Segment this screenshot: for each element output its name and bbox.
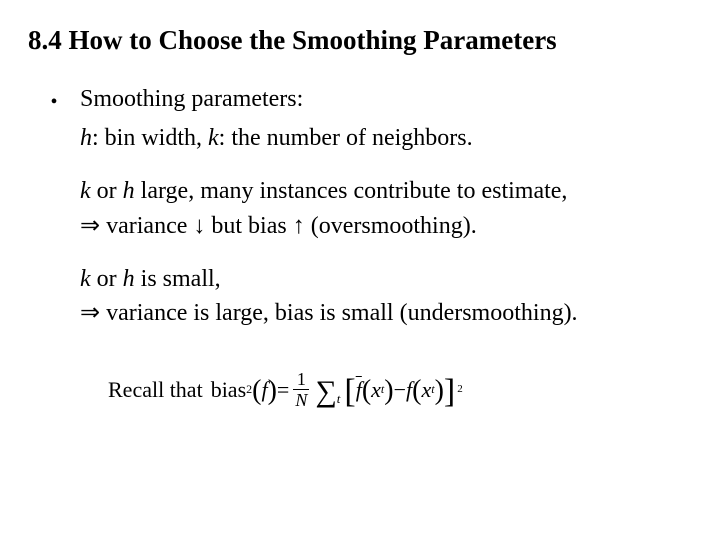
open-paren-3: ( — [412, 371, 421, 412]
bullet-marker: • — [28, 82, 80, 119]
open-paren-2: ( — [362, 371, 371, 412]
or-2: or — [91, 266, 123, 292]
bullet-item: • Smoothing parameters: — [28, 82, 692, 119]
var-h-3: h — [123, 266, 135, 292]
oversmoothing: (oversmoothing). — [305, 213, 477, 239]
var-h: h — [80, 125, 92, 151]
but-bias: but bias — [205, 213, 292, 239]
variance-word-1: variance — [100, 213, 193, 239]
small-case: k or h is small, ⇒ variance is large, bi… — [80, 262, 692, 332]
implies-arrow-2: ⇒ — [80, 300, 100, 326]
frac-den: N — [293, 389, 309, 409]
bullet-content: Smoothing parameters: — [80, 82, 692, 117]
bullet-label: Smoothing parameters: — [80, 86, 303, 112]
close-paren-1: ) — [268, 371, 277, 412]
open-paren-1: ( — [252, 371, 261, 412]
or-1: or — [91, 178, 123, 204]
equals: = — [277, 374, 289, 406]
def-k-text: : the number of neighbors. — [219, 125, 473, 151]
large-rest: large, many instances contribute to esti… — [135, 178, 568, 204]
x-1: x — [371, 374, 381, 406]
up-arrow-icon: ↑ — [293, 213, 305, 239]
section-title: 8.4 How to Choose the Smoothing Paramete… — [28, 24, 692, 56]
fraction-1-over-n: 1 N — [293, 370, 309, 409]
slide-body: • Smoothing parameters: h: bin width, k:… — [28, 82, 692, 414]
close-paren-2: ) — [384, 371, 393, 412]
recall-text: Recall that — [108, 374, 203, 406]
var-h-2: h — [123, 178, 135, 204]
sigma-icon: ∑ — [315, 370, 336, 414]
implies-arrow-1: ⇒ — [80, 213, 100, 239]
sigma-subscript: t — [337, 390, 341, 409]
right-bracket: ] — [444, 367, 455, 416]
frac-num: 1 — [295, 370, 308, 389]
var-k: k — [208, 125, 219, 151]
down-arrow-icon: ↓ — [193, 213, 205, 239]
large-case: k or h large, many instances contribute … — [80, 174, 692, 244]
bias-word: bias — [211, 374, 246, 406]
def-h-text: : bin width, — [92, 125, 208, 151]
x-2: x — [421, 374, 431, 406]
var-k-2: k — [80, 178, 91, 204]
minus: − — [394, 374, 406, 406]
undersmoothing-line: variance is large, bias is small (unders… — [100, 300, 577, 326]
small-rest: is small, — [135, 266, 221, 292]
bracket-squared: 2 — [457, 382, 463, 398]
slide: 8.4 How to Choose the Smoothing Paramete… — [0, 0, 720, 540]
close-paren-3: ) — [435, 371, 444, 412]
left-bracket: [ — [344, 367, 355, 416]
definitions-line: h: bin width, k: the number of neighbors… — [80, 121, 692, 156]
var-k-3: k — [80, 266, 91, 292]
bias-formula: Recall that bias2 (f) = 1 N ∑t [ f (xt) … — [108, 365, 692, 414]
